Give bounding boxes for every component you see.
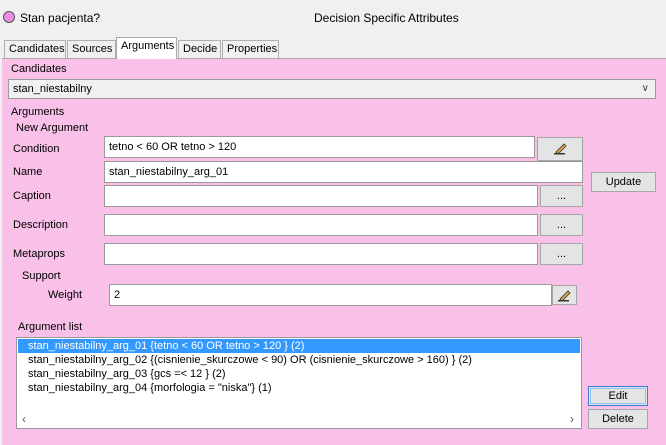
argument-list-label: Argument list: [18, 321, 83, 333]
scroll-right-icon[interactable]: ›: [570, 411, 574, 427]
metaprops-ellipsis-button[interactable]: ...: [540, 243, 583, 265]
tab-candidates[interactable]: Candidates: [4, 40, 66, 58]
name-field[interactable]: stan_niestabilny_arg_01: [104, 161, 583, 183]
description-field[interactable]: [104, 214, 538, 236]
candidates-label: Candidates: [11, 63, 67, 75]
list-item[interactable]: stan_niestabilny_arg_01 {tetno < 60 OR t…: [18, 339, 580, 353]
title-bar: Stan pacjenta? Decision Specific Attribu…: [0, 0, 666, 36]
candidates-selected-value: stan_niestabilny: [13, 83, 92, 95]
weight-edit-button[interactable]: [552, 285, 577, 305]
tab-decide[interactable]: Decide: [178, 40, 221, 58]
metaprops-field[interactable]: [104, 243, 538, 265]
horizontal-scrollbar[interactable]: ‹ ›: [18, 411, 580, 427]
new-argument-label: New Argument: [16, 122, 89, 134]
condition-label: Condition: [13, 143, 60, 155]
list-item[interactable]: stan_niestabilny_arg_02 {(cisnienie_skur…: [18, 353, 580, 367]
weight-label: Weight: [48, 289, 83, 301]
caption-field[interactable]: [104, 185, 538, 207]
chevron-down-icon: ∨: [641, 83, 649, 94]
tab-sources[interactable]: Sources: [67, 40, 116, 58]
tab-properties[interactable]: Properties: [222, 40, 279, 58]
description-label: Description: [13, 219, 69, 231]
arguments-panel: Candidates stan_niestabilny ∨ Arguments …: [2, 58, 666, 445]
list-item[interactable]: stan_niestabilny_arg_04 {morfologia = "n…: [18, 381, 580, 395]
list-item[interactable]: stan_niestabilny_arg_03 {gcs =< 12 } (2): [18, 367, 580, 381]
description-ellipsis-button[interactable]: ...: [540, 214, 583, 236]
tab-arguments[interactable]: Arguments: [116, 37, 177, 59]
update-button[interactable]: Update: [591, 172, 656, 192]
caption-label: Caption: [13, 190, 51, 202]
caption-ellipsis-button[interactable]: ...: [540, 185, 583, 207]
edit-button[interactable]: Edit: [588, 386, 648, 406]
condition-field[interactable]: tetno < 60 OR tetno > 120: [104, 136, 535, 158]
name-label: Name: [13, 166, 43, 178]
argument-list[interactable]: stan_niestabilny_arg_01 {tetno < 60 OR t…: [16, 337, 582, 429]
node-icon: [3, 11, 15, 23]
node-title: Stan pacjenta?: [20, 11, 101, 25]
arguments-label: Arguments: [11, 106, 65, 118]
delete-button[interactable]: Delete: [588, 409, 648, 429]
pencil-icon: [558, 290, 571, 302]
weight-field[interactable]: 2: [109, 284, 552, 306]
window-title: Decision Specific Attributes: [314, 11, 459, 25]
support-label: Support: [22, 270, 61, 282]
scroll-left-icon[interactable]: ‹: [22, 411, 26, 427]
tab-strip: Candidates Sources Arguments Decide Prop…: [0, 37, 666, 59]
candidates-select[interactable]: stan_niestabilny ∨: [8, 79, 656, 99]
condition-edit-button[interactable]: [537, 137, 583, 161]
pencil-icon: [554, 143, 567, 155]
metaprops-label: Metaprops: [13, 248, 65, 260]
